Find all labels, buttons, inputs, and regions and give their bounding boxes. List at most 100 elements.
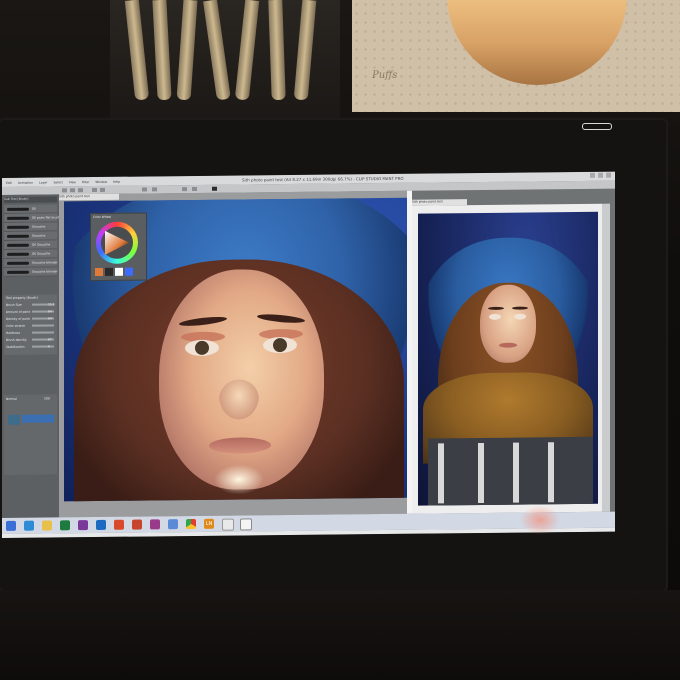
color-wheel-panel: Color Wheel	[90, 212, 147, 282]
brush-stroke-preview	[7, 234, 29, 238]
ln-icon[interactable]: LN	[204, 518, 214, 529]
window-controls	[590, 172, 611, 178]
left-eye	[185, 339, 219, 357]
property-slider[interactable]	[32, 331, 54, 334]
blend-mode-select[interactable]: Normal	[6, 397, 17, 401]
property-label: Stabilization	[6, 344, 25, 349]
menu-window[interactable]: Window	[95, 179, 107, 183]
toolbar-icon[interactable]	[142, 187, 147, 192]
property-slider[interactable]	[32, 345, 54, 348]
property-label: Amount of paint	[6, 309, 31, 314]
powerpoint-icon[interactable]	[132, 519, 142, 530]
nose-shape	[219, 379, 259, 420]
left-tool-panel: Sub Tool [Brush] Oil Oil paint flat brus…	[2, 194, 60, 518]
property-label: Brush density	[6, 337, 27, 342]
vertical-scrollbar[interactable]	[602, 203, 610, 512]
app-icon[interactable]	[150, 519, 160, 530]
robe-shape	[428, 436, 593, 506]
color-swatch[interactable]	[125, 267, 133, 276]
app-icon[interactable]	[222, 518, 234, 531]
canvas-tab-reference[interactable]: Sith photo paint test	[412, 199, 467, 206]
subtool-header: Sub Tool [Brush]	[4, 196, 57, 203]
left-eye	[489, 313, 501, 320]
toolbar-icon[interactable]	[92, 188, 97, 193]
pencil	[203, 0, 231, 101]
brush-label: Oil Gouache	[32, 251, 51, 256]
property-label: Brush Size	[6, 302, 22, 307]
pencil	[234, 0, 260, 101]
app-icon[interactable]	[168, 519, 178, 530]
painting-full[interactable]	[418, 211, 598, 506]
main-color-swatch[interactable]	[95, 267, 103, 277]
windows-icon[interactable]	[6, 520, 16, 531]
menu-animation[interactable]: Animation	[18, 180, 33, 184]
color-wheel[interactable]	[96, 221, 138, 265]
right-eyebrow	[512, 306, 528, 310]
brush-item[interactable]: Gouache blender	[4, 267, 58, 277]
toolbar-icon[interactable]	[182, 187, 187, 192]
pencil	[124, 0, 150, 101]
face-shape	[159, 268, 324, 495]
brush-stroke-preview	[7, 216, 29, 220]
tissue-logo: Puffs	[372, 70, 398, 81]
maximize-icon[interactable]	[598, 172, 603, 178]
menu-layer[interactable]: Layer	[39, 180, 47, 184]
right-eye	[514, 313, 526, 320]
lips-shape	[209, 437, 271, 454]
face-shape	[480, 284, 536, 363]
excel-icon[interactable]	[60, 520, 70, 531]
toolbar-icon[interactable]	[78, 188, 83, 193]
screen-glare	[520, 505, 560, 535]
robe-highlight	[548, 442, 554, 503]
property-label: Hardness	[6, 330, 21, 335]
robe-highlight	[478, 442, 484, 504]
toolbar-icon[interactable]	[212, 186, 217, 191]
toolbar-icon[interactable]	[100, 187, 105, 192]
tablet-screen: Edit Animation Layer Select View Filter …	[2, 171, 615, 538]
ie-icon[interactable]	[24, 520, 34, 531]
menu-view[interactable]: View	[69, 180, 76, 184]
photo-scene: Puffs Edit Animation Layer Select View F…	[0, 0, 680, 680]
pencil	[268, 0, 286, 101]
toolbar-icon[interactable]	[192, 186, 197, 192]
toolbar-icon[interactable]	[152, 187, 157, 192]
left-eyebrow	[178, 315, 228, 328]
property-slider[interactable]	[32, 324, 54, 327]
painting-closeup[interactable]: Color Wheel	[64, 197, 407, 502]
pencil-cup	[110, 0, 340, 120]
lips-shape	[499, 342, 517, 348]
onenote-icon[interactable]	[78, 520, 88, 531]
office-icon[interactable]	[114, 519, 124, 530]
sub-color-swatch[interactable]	[105, 267, 113, 276]
tool-property-panel: Tool property [Brush] Brush Size Amount …	[4, 294, 57, 355]
desk-surface	[0, 590, 680, 680]
layer-opacity-value[interactable]: 100	[44, 397, 50, 401]
selected-layer-row[interactable]	[22, 414, 54, 423]
brush-label: Gouache	[32, 233, 46, 238]
color-wheel-title: Color Wheel	[93, 214, 112, 220]
toolbar-icon[interactable]	[62, 188, 67, 193]
clip-studio-icon[interactable]	[240, 518, 252, 531]
transparent-swatch[interactable]	[115, 267, 123, 276]
outlook-icon[interactable]	[96, 519, 106, 531]
brush-label: Gouache blender	[32, 260, 58, 265]
canvas-tab-main[interactable]: Sith photo paint test	[59, 193, 119, 201]
menu-select[interactable]: Select	[53, 180, 62, 184]
property-value: 64	[48, 309, 52, 314]
minimize-icon[interactable]	[590, 172, 595, 178]
property-label: Color stretch	[6, 323, 26, 328]
toolbar-icon[interactable]	[70, 188, 75, 193]
chrome-icon[interactable]	[186, 518, 196, 530]
left-eyebrow	[488, 306, 504, 310]
left-iris	[195, 340, 209, 355]
menu-filter[interactable]: Filter	[82, 180, 89, 184]
brush-stroke-preview	[7, 243, 29, 247]
robe-highlight	[513, 442, 519, 503]
property-value: 87	[48, 337, 52, 342]
menu-edit[interactable]: Edit	[6, 180, 12, 184]
folder-icon[interactable]	[42, 520, 52, 531]
brush-stroke-preview	[7, 207, 29, 211]
right-eye	[263, 336, 297, 354]
menu-help[interactable]: Help	[113, 179, 120, 183]
close-icon[interactable]	[606, 172, 611, 178]
